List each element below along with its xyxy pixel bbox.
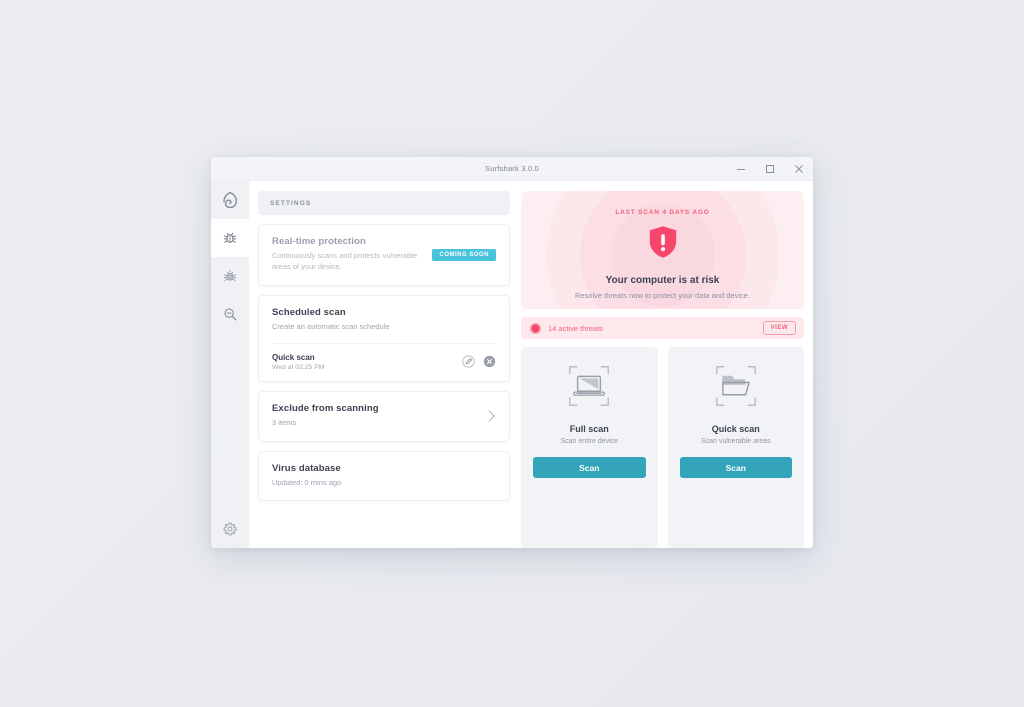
settings-header-label: SETTINGS [270, 199, 312, 207]
remove-circle-icon [483, 355, 496, 368]
minimize-button[interactable] [726, 157, 755, 180]
title-bar: Surfshark 3.0.0 [211, 157, 813, 181]
realtime-title: Real-time protection [272, 236, 366, 247]
bug-icon [223, 232, 237, 243]
scan-card-quick: Quick scan Scan vulnerable areas Scan [667, 347, 804, 548]
full-scan-button[interactable]: Scan [533, 457, 646, 478]
scheduled-entry-actions [462, 355, 496, 368]
card-scheduled-scan: Scheduled scan Create an automatic scan … [258, 294, 510, 382]
alert-bug-icon [223, 269, 237, 281]
app-window: Surfshark 3.0.0 SETTINGS Real-time prote… [211, 157, 813, 548]
virusdb-title: Virus database [272, 462, 341, 474]
quick-scan-button[interactable]: Scan [679, 457, 792, 478]
quick-scan-subtitle: Scan vulnerable areas [700, 438, 771, 445]
virusdb-subtitle: Updated: 0 mins ago [272, 477, 342, 487]
sidebar-item-antivirus[interactable] [211, 219, 249, 257]
status-panel: LAST SCAN 4 DAYS AGO Your computer is at… [521, 191, 804, 309]
folder-scan-icon [715, 366, 756, 406]
scheduled-title: Scheduled scan [272, 306, 346, 318]
status-shield [648, 225, 678, 264]
close-button[interactable] [784, 157, 813, 180]
full-scan-icon-wrap [568, 365, 610, 412]
scheduled-entry-time: Wed at 02:25 PM [272, 363, 325, 371]
main-content: SETTINGS Real-time protection Continuous… [249, 181, 813, 548]
maximize-button[interactable] [755, 157, 784, 180]
maximize-icon [765, 164, 774, 173]
sidebar [211, 181, 249, 548]
laptop-scan-icon [569, 366, 610, 406]
quick-scan-title: Quick scan [711, 424, 760, 434]
scheduled-subtitle: Create an automatic scan schedule [272, 321, 390, 331]
status-title: Your computer is at risk [605, 275, 720, 286]
search-icon [223, 307, 236, 320]
edit-pencil-icon [462, 355, 475, 368]
card-realtime-protection[interactable]: Real-time protection Continuously scans … [258, 224, 510, 286]
edit-scheduled-scan-button[interactable] [462, 355, 475, 368]
exclude-title: Exclude from scanning [272, 402, 379, 414]
sidebar-item-logo[interactable] [211, 181, 249, 219]
window-controls [726, 157, 813, 180]
delete-scheduled-scan-button[interactable] [483, 355, 496, 368]
full-scan-title: Full scan [569, 424, 609, 434]
surfshark-logo-icon [223, 192, 237, 208]
exclude-subtitle: 3 items [272, 417, 297, 427]
scheduled-entry-row: Quick scan Wed at 02:25 PM [272, 344, 496, 381]
exclude-chevron-button[interactable] [487, 409, 496, 423]
shield-alert-icon [649, 226, 676, 258]
exclude-text: Exclude from scanning 3 items [272, 403, 487, 429]
sidebar-item-alerts[interactable] [211, 257, 249, 295]
settings-column: SETTINGS Real-time protection Continuous… [249, 181, 519, 548]
scheduled-entry-text: Quick scan Wed at 02:25 PM [272, 353, 462, 371]
sidebar-item-search[interactable] [211, 295, 249, 333]
view-threats-button[interactable]: VIEW [762, 321, 796, 335]
close-icon [794, 164, 803, 173]
settings-header: SETTINGS [258, 191, 510, 215]
coming-soon-badge: COMING SOON [432, 248, 496, 261]
minimize-icon [736, 168, 745, 170]
window-body: SETTINGS Real-time protection Continuous… [211, 181, 813, 548]
scheduled-entry-name: Quick scan [272, 352, 315, 362]
gear-icon [223, 522, 237, 536]
scan-card-full: Full scan Scan entire device Scan [521, 347, 658, 548]
sidebar-item-settings[interactable] [211, 510, 249, 548]
quick-scan-icon-wrap [715, 365, 757, 412]
full-scan-subtitle: Scan entire device [560, 438, 619, 445]
chevron-right-icon [488, 410, 495, 421]
scan-cards: Full scan Scan entire device Scan Quick … [521, 347, 804, 548]
last-scan-label: LAST SCAN 4 DAYS AGO [615, 209, 710, 216]
status-panel-inner: LAST SCAN 4 DAYS AGO Your computer is at… [521, 209, 804, 300]
card-virus-database[interactable]: Virus database Updated: 0 mins ago [258, 450, 510, 502]
realtime-subtitle: Continuously scans and protects vulnerab… [272, 251, 418, 271]
pulse-dot-icon [530, 322, 541, 334]
window-title: Surfshark 3.0.0 [485, 164, 539, 173]
right-column: LAST SCAN 4 DAYS AGO Your computer is at… [519, 181, 813, 548]
threat-banner: 14 active threats VIEW [521, 317, 804, 339]
active-threats-label: 14 active threats [548, 323, 604, 333]
card-exclude-from-scanning[interactable]: Exclude from scanning 3 items [258, 390, 510, 442]
status-subtitle: Resolve threats now to protect your data… [574, 291, 751, 300]
